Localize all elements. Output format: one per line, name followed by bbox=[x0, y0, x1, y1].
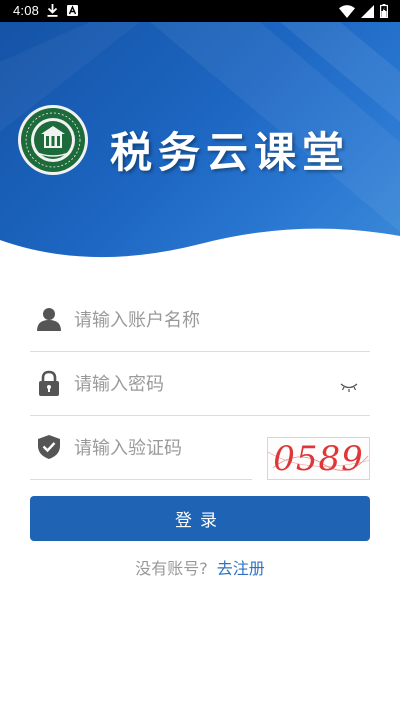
password-field bbox=[30, 352, 370, 416]
shield-icon bbox=[36, 434, 62, 460]
login-button[interactable]: 登录 bbox=[30, 496, 370, 541]
signal-icon bbox=[361, 4, 374, 18]
register-row: 没有账号? 去注册 bbox=[0, 555, 400, 579]
status-right-icons bbox=[339, 4, 388, 18]
user-icon bbox=[36, 306, 62, 332]
status-bar: 4:08 bbox=[0, 0, 400, 22]
lock-icon bbox=[36, 370, 62, 396]
captcha-image[interactable]: 0589 bbox=[267, 437, 370, 480]
eye-closed-icon[interactable] bbox=[340, 378, 358, 392]
register-link[interactable]: 去注册 bbox=[217, 559, 265, 578]
username-input[interactable] bbox=[74, 300, 364, 340]
wifi-icon bbox=[339, 4, 355, 18]
register-prompt: 没有账号? bbox=[135, 559, 208, 578]
download-icon bbox=[47, 4, 58, 17]
captcha-input[interactable] bbox=[74, 428, 244, 468]
a-notification-icon bbox=[67, 5, 78, 16]
captcha-code: 0589 bbox=[273, 439, 364, 479]
captcha-field bbox=[30, 416, 252, 480]
national-tax-institute-logo bbox=[17, 104, 89, 176]
status-left-icons bbox=[47, 4, 78, 17]
header-banner: 税务云课堂 bbox=[0, 22, 400, 262]
username-field bbox=[30, 288, 370, 352]
battery-icon bbox=[380, 4, 388, 18]
status-time: 4:08 bbox=[13, 3, 40, 18]
app-title: 税务云课堂 bbox=[110, 128, 351, 177]
password-input[interactable] bbox=[74, 364, 324, 404]
